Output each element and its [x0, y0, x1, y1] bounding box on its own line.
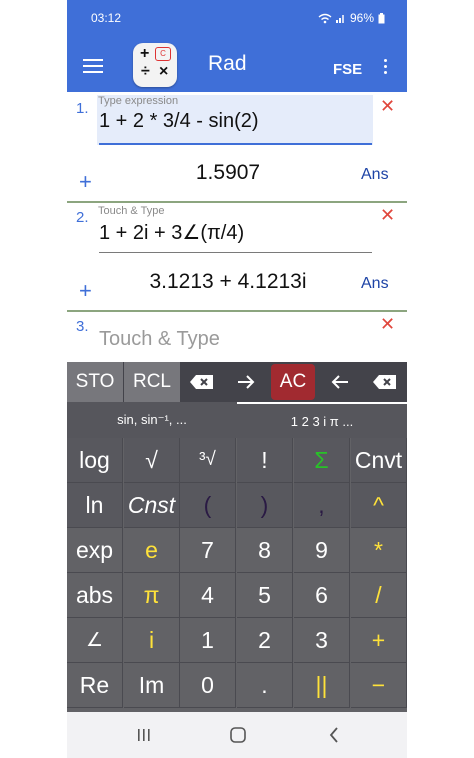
- key-real-part[interactable]: Re: [67, 663, 123, 708]
- delete-line-icon: [190, 375, 213, 389]
- key-angle[interactable]: ∠: [67, 618, 123, 663]
- key-cube-root[interactable]: ³√: [180, 438, 236, 483]
- expression-input[interactable]: 1 + 2i + 3∠(π/4): [99, 220, 244, 245]
- result-value[interactable]: 1.5907: [67, 161, 389, 185]
- app-bar: + ÷ × C Rad FSE: [67, 37, 407, 92]
- key-sqrt[interactable]: √: [124, 438, 180, 483]
- cursor-right-button[interactable]: [224, 362, 268, 402]
- key-constants[interactable]: Cnst: [124, 483, 180, 528]
- expression-input[interactable]: 1 + 2 * 3/4 - sin(2): [99, 110, 259, 133]
- key-abs[interactable]: abs: [67, 573, 123, 618]
- recents-button[interactable]: [129, 722, 159, 748]
- arrow-right-icon: [238, 375, 255, 389]
- recents-icon: [138, 729, 150, 741]
- key-8[interactable]: 8: [237, 528, 293, 573]
- key-4[interactable]: 4: [180, 573, 236, 618]
- phone-screen: 03:12 96% + ÷ × C Rad FSE 1. Type expres…: [67, 0, 407, 758]
- key-2[interactable]: 2: [237, 618, 293, 663]
- delete-entry-icon[interactable]: ✕: [380, 96, 395, 117]
- keypad: STO RCL AC sin, sin⁻¹, ... 1 2 3 i π ...…: [67, 362, 407, 712]
- wifi-icon: [318, 13, 332, 23]
- keypad-toolbar: STO RCL AC: [67, 362, 407, 402]
- key-9[interactable]: 9: [294, 528, 350, 573]
- system-navigation-bar: [67, 712, 407, 758]
- key-0[interactable]: 0: [180, 663, 236, 708]
- expression-underline: [99, 252, 372, 253]
- keypad-tabs: sin, sin⁻¹, ... 1 2 3 i π ...: [67, 402, 407, 438]
- expression-input[interactable]: Touch & Type: [99, 328, 220, 351]
- status-time: 03:12: [91, 11, 122, 25]
- arrow-left-icon: [331, 375, 348, 389]
- key-decimal-point[interactable]: .: [237, 663, 293, 708]
- backspace-icon: [372, 375, 396, 389]
- result-value[interactable]: 3.1213 + 4.1213i: [67, 270, 389, 294]
- entry-number: 3.: [76, 318, 89, 335]
- backspace-button[interactable]: [362, 362, 407, 402]
- home-icon: [230, 727, 246, 743]
- key-power[interactable]: ^: [351, 483, 407, 528]
- tab-numbers[interactable]: 1 2 3 i π ...: [237, 402, 407, 438]
- delete-entry-icon[interactable]: ✕: [380, 205, 395, 226]
- expression-hint: Type expression: [98, 95, 179, 107]
- key-7[interactable]: 7: [180, 528, 236, 573]
- key-imaginary-part[interactable]: Im: [124, 663, 180, 708]
- expression-underline: [99, 143, 372, 145]
- calculation-list: 1. Type expression 1 + 2 * 3/4 - sin(2) …: [67, 92, 407, 362]
- entry-number: 2.: [76, 209, 89, 226]
- key-pi[interactable]: π: [124, 573, 180, 618]
- key-e[interactable]: e: [124, 528, 180, 573]
- cursor-left-button[interactable]: [318, 362, 362, 402]
- tab-functions[interactable]: sin, sin⁻¹, ...: [67, 402, 237, 438]
- key-minus[interactable]: −: [351, 663, 407, 708]
- sto-button[interactable]: STO: [67, 362, 123, 402]
- ans-button[interactable]: Ans: [361, 275, 389, 293]
- back-button[interactable]: [319, 722, 349, 748]
- status-icons: 96%: [318, 11, 385, 25]
- key-5[interactable]: 5: [237, 573, 293, 618]
- key-convert[interactable]: Cnvt: [351, 438, 407, 483]
- ans-button[interactable]: Ans: [361, 166, 389, 184]
- key-sum[interactable]: Σ: [294, 438, 350, 483]
- key-factorial[interactable]: !: [237, 438, 293, 483]
- entry-separator: [67, 201, 407, 203]
- all-clear-button[interactable]: AC: [271, 364, 315, 400]
- key-exp[interactable]: exp: [67, 528, 123, 573]
- key-imaginary-i[interactable]: i: [124, 618, 180, 663]
- key-multiply[interactable]: *: [351, 528, 407, 573]
- key-6[interactable]: 6: [294, 573, 350, 618]
- key-1[interactable]: 1: [180, 618, 236, 663]
- key-open-paren[interactable]: (: [180, 483, 236, 528]
- battery-icon: [378, 12, 385, 23]
- display-format-button[interactable]: FSE: [333, 61, 362, 78]
- key-close-paren[interactable]: ): [237, 483, 293, 528]
- key-3[interactable]: 3: [294, 618, 350, 663]
- key-divide[interactable]: /: [351, 573, 407, 618]
- home-button[interactable]: [223, 722, 253, 748]
- hamburger-menu-icon[interactable]: [81, 55, 105, 75]
- delete-line-button[interactable]: [180, 362, 224, 402]
- signal-icon: [335, 15, 344, 23]
- battery-percent: 96%: [349, 11, 374, 25]
- entry-separator: [67, 310, 407, 312]
- key-plus[interactable]: +: [351, 618, 407, 663]
- key-grid: log √ ³√ ! Σ Cnvt ln Cnst ( ) , ^ exp e …: [67, 438, 407, 712]
- overflow-menu-icon[interactable]: [383, 59, 389, 77]
- back-icon: [329, 727, 338, 743]
- key-parallel[interactable]: ||: [294, 663, 350, 708]
- entry-number: 1.: [76, 100, 89, 117]
- key-comma[interactable]: ,: [294, 483, 350, 528]
- key-log[interactable]: log: [67, 438, 123, 483]
- angle-mode-title[interactable]: Rad: [208, 52, 247, 76]
- app-logo-icon: + ÷ × C: [133, 43, 177, 87]
- delete-entry-icon[interactable]: ✕: [380, 314, 395, 335]
- expression-hint: Touch & Type: [98, 205, 165, 217]
- rcl-button[interactable]: RCL: [124, 362, 180, 402]
- status-bar: 03:12 96%: [67, 0, 407, 37]
- key-ln[interactable]: ln: [67, 483, 123, 528]
